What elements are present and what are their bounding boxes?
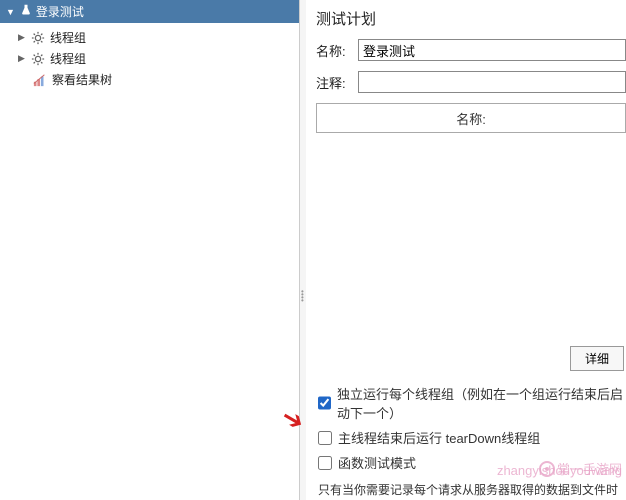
testplan-icon [20,4,32,19]
tree-panel: ▼ 登录测试 ▶ 线程组 ▶ 线程组 [0,0,300,500]
table-column-label: 名称: [456,109,486,128]
comment-input[interactable] [358,71,626,93]
comment-label: 注释: [316,73,358,92]
checkbox-teardown[interactable] [318,431,332,445]
tree-item-label: 线程组 [50,29,86,46]
expand-icon: ▶ [18,53,28,64]
checkbox-row-serial[interactable]: 独立运行每个线程组（例如在一个组运行结束后启动下一个） [316,381,626,425]
tree-item-threadgroup-1[interactable]: ▶ 线程组 [0,27,299,48]
panel-heading: 测试计划 [316,8,626,29]
gear-icon [30,51,46,67]
checkbox-serial-threadgroups[interactable] [318,396,331,410]
name-label: 名称: [316,41,358,60]
tree-title-bar[interactable]: ▼ 登录测试 [0,0,299,23]
tree-item-label: 线程组 [50,50,86,67]
expand-icon: ▶ [18,32,28,43]
comment-row: 注释: [316,71,626,93]
checkbox-label: 独立运行每个线程组（例如在一个组运行结束后启动下一个） [337,384,626,422]
tree: ▶ 线程组 ▶ 线程组 察看结果树 [0,23,299,94]
results-tree-icon [32,72,48,88]
variables-table-header: 名称: [316,103,626,133]
splitter-grip-icon: •••• [301,290,304,302]
name-input[interactable] [358,39,626,61]
help-text: 只有当你需要记录每个请求从服务器取得的数据到文件时才需要选择函数测试 [316,475,626,500]
checkbox-row-teardown[interactable]: 主线程结束后运行 tearDown线程组 [316,425,626,450]
gear-icon [30,30,46,46]
tree-item-results[interactable]: 察看结果树 [0,69,299,90]
checkbox-label: 函数测试模式 [338,453,416,472]
detail-button[interactable]: 详细 [570,346,624,371]
tree-item-threadgroup-2[interactable]: ▶ 线程组 [0,48,299,69]
checkbox-label: 主线程结束后运行 tearDown线程组 [338,428,540,447]
editor-panel: 测试计划 名称: 注释: 名称: 详细 独立运行每个线程组（例如在一个组运行结束… [306,0,626,500]
name-row: 名称: [316,39,626,61]
checkbox-functional-mode[interactable] [318,456,332,470]
collapse-icon: ▼ [6,7,15,17]
tree-item-label: 察看结果树 [52,71,112,88]
checkbox-row-functional[interactable]: 函数测试模式 [316,450,626,475]
tree-title-label: 登录测试 [36,3,84,20]
